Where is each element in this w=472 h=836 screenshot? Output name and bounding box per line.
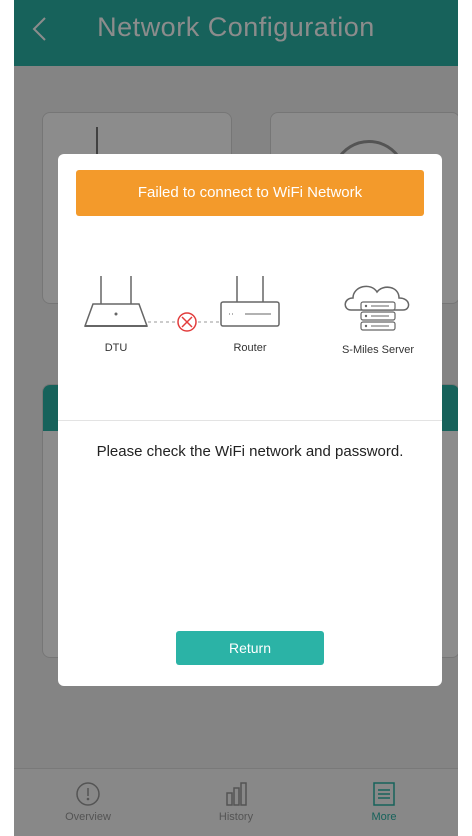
router-device: Router (208, 274, 292, 354)
router-icon (220, 276, 280, 327)
error-dialog: Failed to connect to WiFi Network DTU Ro… (58, 154, 442, 686)
error-message: Please check the WiFi network and passwo… (96, 443, 404, 460)
server-label: S-Miles Server (341, 344, 415, 356)
dtu-device: DTU (74, 274, 158, 354)
dtu-device-icon (83, 276, 149, 327)
return-button[interactable]: Return (176, 631, 324, 665)
error-banner: Failed to connect to WiFi Network (76, 170, 424, 216)
app-screen: Network Configuration Overview History M… (14, 0, 458, 836)
dialog-divider (58, 420, 442, 421)
router-label: Router (233, 342, 267, 354)
cloud-server-icon (344, 285, 410, 331)
server-device: S-Miles Server (328, 280, 428, 356)
dtu-label: DTU (104, 342, 128, 354)
